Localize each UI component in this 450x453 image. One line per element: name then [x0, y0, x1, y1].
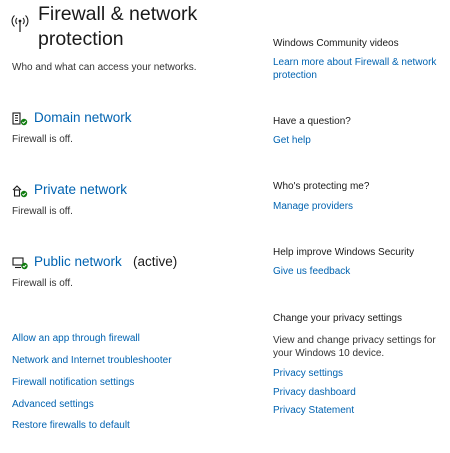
page-title: Firewall & network protection — [38, 3, 198, 50]
get-help-link[interactable]: Get help — [273, 135, 311, 146]
advanced-settings-link[interactable]: Advanced settings — [12, 399, 94, 410]
restore-defaults-link[interactable]: Restore firewalls to default — [12, 420, 130, 431]
allow-app-link[interactable]: Allow an app through firewall — [12, 333, 140, 344]
wifi-antenna-icon — [11, 13, 29, 33]
domain-network-link[interactable]: Domain network — [34, 110, 132, 125]
privacy-statement-link[interactable]: Privacy Statement — [273, 405, 354, 416]
protecting-heading: Who's protecting me? — [273, 181, 370, 192]
privacy-dashboard-link[interactable]: Privacy dashboard — [273, 387, 356, 398]
page-subtitle: Who and what can access your networks. — [12, 62, 197, 73]
privacy-description: View and change privacy settings for you… — [273, 335, 436, 359]
privacy-settings-link[interactable]: Privacy settings — [273, 368, 343, 379]
privacy-heading: Change your privacy settings — [273, 313, 402, 324]
notification-settings-link[interactable]: Firewall notification settings — [12, 377, 134, 388]
domain-network-status: Firewall is off. — [12, 134, 73, 145]
troubleshooter-link[interactable]: Network and Internet troubleshooter — [12, 355, 172, 366]
public-network-icon — [12, 256, 28, 270]
question-heading: Have a question? — [273, 116, 351, 127]
improve-heading: Help improve Windows Security — [273, 247, 415, 258]
private-network-status: Firewall is off. — [12, 206, 73, 217]
feedback-link[interactable]: Give us feedback — [273, 266, 350, 277]
public-network-link[interactable]: Public network — [34, 254, 122, 269]
public-network-status: Firewall is off. — [12, 278, 73, 289]
private-network-icon — [12, 184, 28, 198]
manage-providers-link[interactable]: Manage providers — [273, 201, 353, 212]
learn-more-link[interactable]: Learn more about Firewall & network prot… — [273, 56, 448, 82]
community-videos-heading: Windows Community videos — [273, 38, 399, 49]
private-network-link[interactable]: Private network — [34, 182, 127, 197]
domain-network-icon — [12, 112, 28, 126]
active-network-label: (active) — [133, 254, 178, 269]
